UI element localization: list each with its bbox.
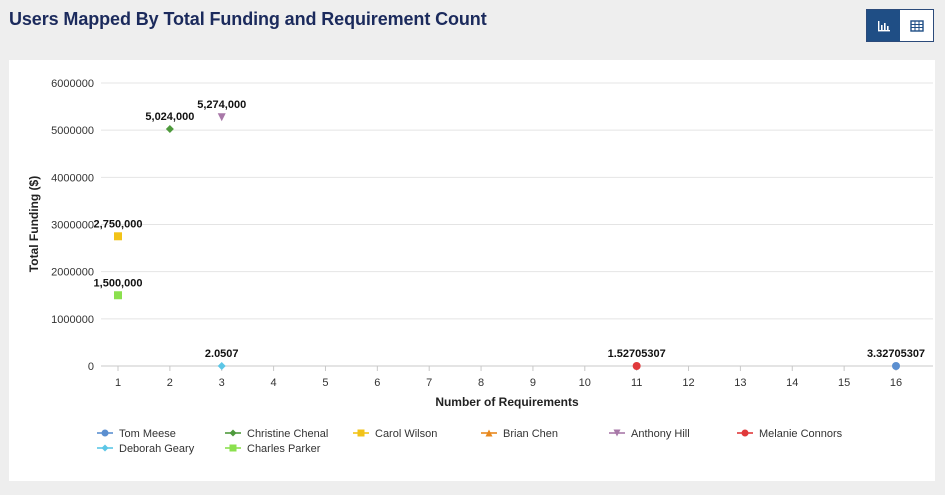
x-tick-label: 13 bbox=[734, 377, 746, 389]
x-tick-label: 16 bbox=[890, 377, 902, 389]
x-tick-label: 6 bbox=[374, 377, 380, 389]
legend-marker[interactable] bbox=[357, 429, 365, 437]
x-tick-label: 5 bbox=[322, 377, 328, 389]
data-point[interactable] bbox=[217, 361, 226, 370]
x-tick-label: 14 bbox=[786, 377, 798, 389]
x-tick-label: 3 bbox=[219, 377, 225, 389]
data-label: 3.32705307 bbox=[867, 348, 925, 360]
x-tick-label: 4 bbox=[271, 377, 277, 389]
table-view-button[interactable] bbox=[900, 10, 933, 41]
legend-item[interactable]: Charles Parker bbox=[247, 443, 321, 455]
y-tick-label: 4000000 bbox=[51, 172, 94, 184]
legend-marker[interactable] bbox=[101, 429, 109, 437]
y-tick-label: 3000000 bbox=[51, 220, 94, 232]
legend-marker[interactable] bbox=[741, 429, 749, 437]
chart-card: 0 1000000 2000000 3000000 4000000 5000000 6000… bbox=[9, 60, 935, 481]
data-point[interactable] bbox=[165, 125, 174, 134]
legend-marker[interactable] bbox=[229, 444, 237, 452]
x-tick-label: 1 bbox=[115, 377, 121, 389]
data-label: 5,274,000 bbox=[197, 99, 246, 111]
scatter-chart: 0 1000000 2000000 3000000 4000000 5000000 6000… bbox=[27, 78, 933, 455]
legend-item[interactable]: Deborah Geary bbox=[119, 443, 195, 455]
data-point[interactable] bbox=[217, 113, 226, 122]
x-tick-label: 15 bbox=[838, 377, 850, 389]
chart-view-button[interactable] bbox=[867, 10, 900, 41]
x-tick-label: 7 bbox=[426, 377, 432, 389]
y-tick-label: 0 bbox=[88, 361, 94, 373]
table-grid-icon bbox=[909, 19, 924, 32]
legend-item[interactable]: Brian Chen bbox=[503, 428, 558, 440]
x-tick-label: 8 bbox=[478, 377, 484, 389]
view-toggle bbox=[866, 9, 934, 42]
x-axis-title: Number of Requirements bbox=[435, 395, 579, 409]
data-label: 2,750,000 bbox=[94, 218, 143, 230]
data-point[interactable] bbox=[892, 361, 900, 370]
x-tick-label: 2 bbox=[167, 377, 173, 389]
data-label: 2.0507 bbox=[205, 348, 239, 360]
legend-item[interactable]: Carol Wilson bbox=[375, 428, 437, 440]
legend-item[interactable]: Tom Meese bbox=[119, 428, 176, 440]
legend-marker[interactable] bbox=[229, 429, 237, 437]
page-title: Users Mapped By Total Funding and Requir… bbox=[9, 9, 487, 29]
y-tick-label: 6000000 bbox=[51, 78, 94, 90]
data-point[interactable] bbox=[632, 361, 641, 370]
x-tick-label: 10 bbox=[579, 377, 591, 389]
data-label: 1,500,000 bbox=[94, 277, 143, 289]
legend-item[interactable]: Christine Chenal bbox=[247, 428, 328, 440]
data-label: 1.52705307 bbox=[608, 348, 666, 360]
y-tick-label: 5000000 bbox=[51, 125, 94, 137]
y-axis-title: Total Funding ($) bbox=[27, 176, 41, 272]
legend-item[interactable]: Anthony Hill bbox=[631, 428, 690, 440]
legend-item[interactable]: Melanie Connors bbox=[759, 428, 843, 440]
bar-chart-icon bbox=[877, 20, 890, 31]
x-tick-label: 9 bbox=[530, 377, 536, 389]
y-tick-label: 1000000 bbox=[51, 314, 94, 326]
legend-marker[interactable] bbox=[101, 444, 109, 452]
x-tick-label: 12 bbox=[682, 377, 694, 389]
x-tick-label: 11 bbox=[631, 377, 642, 389]
data-point[interactable] bbox=[114, 291, 122, 300]
data-label: 5,024,000 bbox=[145, 111, 194, 123]
data-point[interactable] bbox=[114, 232, 122, 241]
y-tick-label: 2000000 bbox=[51, 267, 94, 279]
